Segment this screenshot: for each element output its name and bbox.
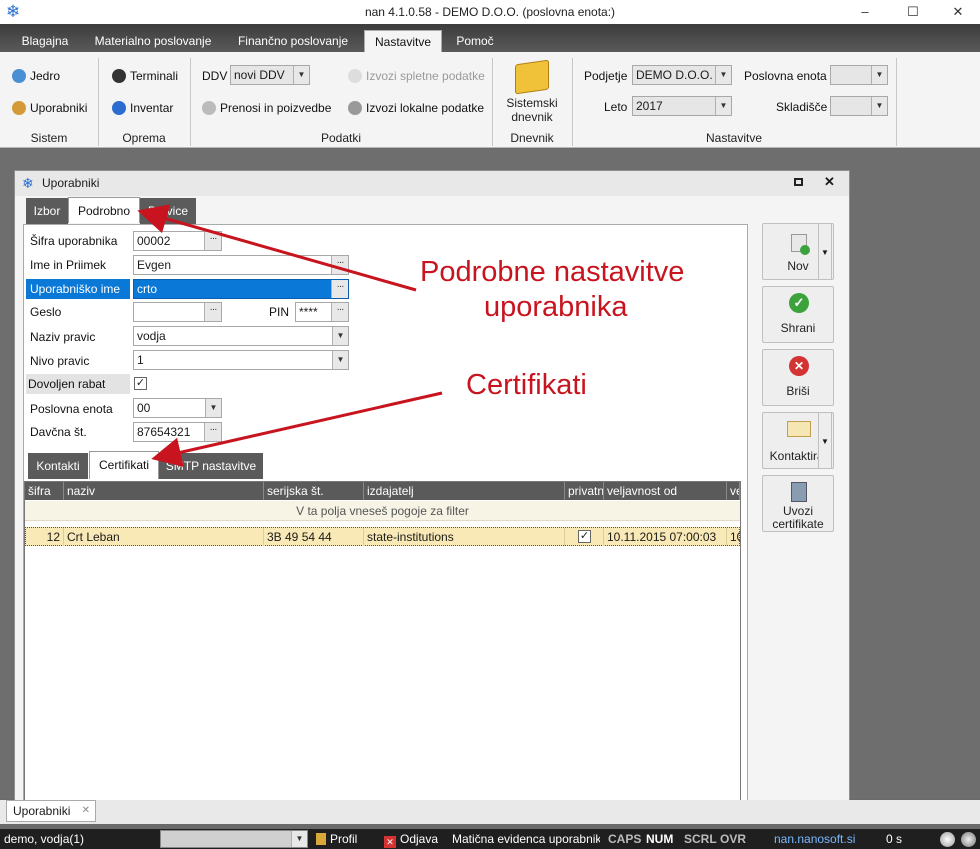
annotation-podrobne-line1: Podrobne nastavitve <box>420 256 685 288</box>
document-tabs-bar <box>0 800 980 824</box>
odjava-button[interactable]: ✕ Odjava <box>384 829 438 849</box>
chevron-down-icon: ▼ <box>291 831 307 847</box>
status-indicator-icon <box>940 832 955 847</box>
status-info: Matična evidenca uporabnik <box>452 832 600 846</box>
status-combo[interactable]: ▼ <box>160 830 308 848</box>
status-user: demo, vodja(1) <box>4 832 85 846</box>
logout-icon: ✕ <box>384 836 396 848</box>
arrow-to-podrobno <box>137 204 417 292</box>
timer: 0 s <box>886 832 903 846</box>
annotation-arrows <box>137 204 443 467</box>
ovr-indicator: OVR <box>720 832 747 846</box>
status-indicator-icon <box>961 832 976 847</box>
uporabniki-doc-tab[interactable]: Uporabniki ✕ <box>6 800 96 822</box>
close-tab-icon[interactable]: ✕ <box>82 801 90 821</box>
num-indicator: NUM <box>646 832 674 846</box>
annotation-podrobne-line2: uporabnika <box>484 291 628 323</box>
site-link[interactable]: nan.nanosoft.si <box>774 829 855 849</box>
profil-button[interactable]: Profil <box>316 829 357 849</box>
arrow-to-certifikati <box>151 391 443 467</box>
caps-indicator: CAPS <box>608 832 642 846</box>
annotation-certifikati: Certifikati <box>466 369 587 401</box>
scrl-indicator: SCRL <box>684 832 717 846</box>
lock-icon <box>316 833 326 845</box>
